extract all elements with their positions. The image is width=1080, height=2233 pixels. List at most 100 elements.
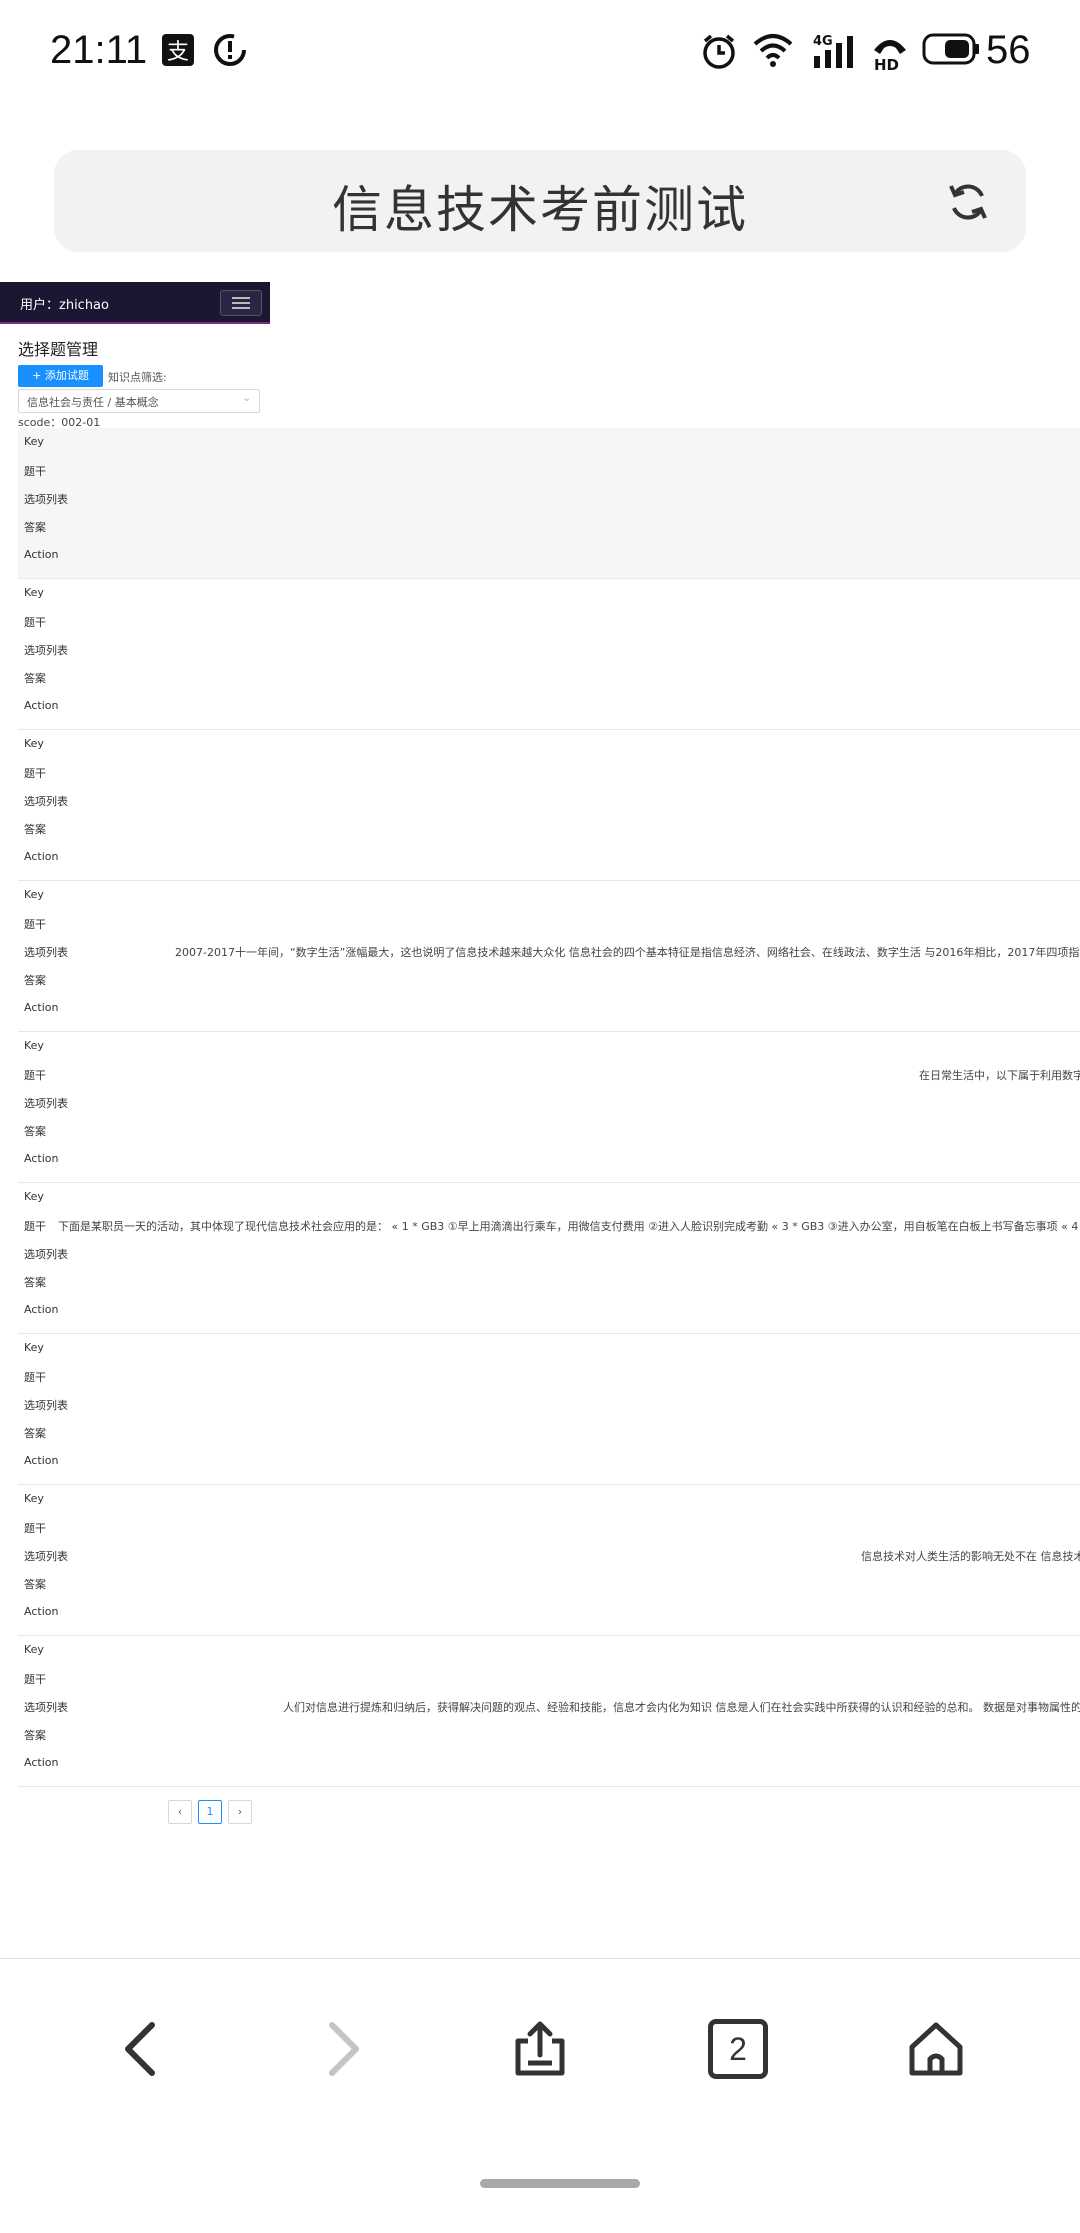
knowledge-filter-select[interactable]: 信息社会与责任 / 基本概念 ⌄ <box>18 389 260 413</box>
row-label-answer: 答案 <box>24 1276 46 1289</box>
record-row-stem: 题干 <box>18 765 1080 781</box>
row-label-key: Key <box>24 1190 44 1203</box>
chevron-down-icon: ⌄ <box>242 393 251 404</box>
record-row-options: 选项列表 <box>18 793 1080 809</box>
option-list-text: 人们对信息进行提炼和归纳后，获得解决问题的观点、经验和技能，信息才会内化为知识 … <box>283 1701 1080 1714</box>
record-row-action: Action <box>18 1454 1080 1470</box>
row-label-action: Action <box>24 1756 59 1769</box>
row-label-options: 选项列表 <box>24 1701 68 1714</box>
record-row-key: Key <box>18 888 1080 904</box>
wifi-icon <box>753 34 793 67</box>
share-icon[interactable] <box>510 2019 570 2079</box>
row-label-stem: 题干 <box>24 767 46 780</box>
record-row-options: 选项列表 <box>18 1246 1080 1262</box>
question-record: Key 题干 选项列表 2007-2017十一年间，“数字生活”涨幅最大，这也说明了信… <box>18 881 1080 1032</box>
record-row-answer: 答案 <box>18 670 1080 686</box>
question-record: Key 题干选项列表答案 Action <box>18 730 1080 881</box>
record-row-action: Action <box>18 1152 1080 1168</box>
row-label-options: 选项列表 <box>24 493 68 506</box>
record-row-options: 选项列表 信息技术对人类生活的影响无处不在 信息技术与 <box>18 1548 1080 1564</box>
row-label-answer: 答案 <box>24 1578 46 1591</box>
record-row-answer: 答案 <box>18 821 1080 837</box>
record-row-options: 选项列表 <box>18 1397 1080 1413</box>
row-label-action: Action <box>24 1303 59 1316</box>
forward-icon[interactable] <box>312 2019 372 2079</box>
row-label-key: Key <box>24 1341 44 1354</box>
row-label-options: 选项列表 <box>24 1399 68 1412</box>
back-icon[interactable] <box>112 2019 172 2079</box>
row-label-action: Action <box>24 1605 59 1618</box>
row-label-answer: 答案 <box>24 1729 46 1742</box>
record-row-key: Key <box>18 1341 1080 1357</box>
row-label-key: Key <box>24 737 44 750</box>
battery-icon <box>922 33 979 65</box>
record-row-stem: 题干 <box>18 463 1080 479</box>
question-stem-text: 在日常生活中，以下属于利用数字化 <box>919 1069 1080 1082</box>
app-header: 用户：zhichao <box>0 282 270 324</box>
question-record: Key 题干 选项列表 答案 Action <box>18 1334 1080 1485</box>
record-row-answer: 答案 <box>18 1727 1080 1743</box>
row-label-action: Action <box>24 699 59 712</box>
row-label-stem: 题干 <box>24 1673 46 1686</box>
page-title: 选择题管理 <box>18 340 99 359</box>
tabs-button[interactable]: 2 <box>708 2019 768 2079</box>
page-1-button[interactable]: 1 <box>198 1800 222 1824</box>
row-label-answer: 答案 <box>24 1125 46 1138</box>
row-label-key: Key <box>24 435 44 448</box>
row-label-action: Action <box>24 1454 59 1467</box>
row-label-key: Key <box>24 888 44 901</box>
record-row-options: 选项列表 <box>18 491 1080 507</box>
record-row-options: 选项列表 人们对信息进行提炼和归纳后，获得解决问题的观点、经验和技能，信息才会内化… <box>18 1699 1080 1715</box>
record-row-answer: 答案 <box>18 972 1080 988</box>
row-label-stem: 题干 <box>24 465 46 478</box>
row-label-stem: 题干 <box>24 1069 46 1082</box>
home-icon[interactable] <box>906 2019 966 2079</box>
record-row-stem: 题干 下面是某职员一天的活动，其中体现了现代信息技术社会应用的是： « 1 * G… <box>18 1218 1080 1234</box>
question-record: Key 题干 选项列表 答案 Action <box>18 579 1080 730</box>
hd-call-icon: HD <box>874 40 906 72</box>
page-title-text: 信息技术考前测试 <box>332 181 748 239</box>
filter-value: 信息社会与责任 / 基本概念 <box>27 396 159 409</box>
question-record: Key 题干 在日常生活中，以下属于利用数字化 选项列表 答案 Action <box>18 1032 1080 1183</box>
add-question-button[interactable]: + 添加试题 <box>18 365 103 387</box>
question-list: Key 题干 选项列表 答案 Action Key 题干 选项列表 答案 Action Key 题干选… <box>18 428 1080 1787</box>
row-label-answer: 答案 <box>24 521 46 534</box>
row-label-stem: 题干 <box>24 1522 46 1535</box>
question-record: Key 题干 选项列表 人们对信息进行提炼和归纳后，获得解决问题的观点、经验和技能，信… <box>18 1636 1080 1787</box>
browser-toolbar: 2 <box>0 1958 1080 2233</box>
row-label-action: Action <box>24 850 59 863</box>
prev-page-button[interactable]: ‹ <box>168 1800 192 1824</box>
record-row-key: Key <box>18 586 1080 602</box>
row-label-answer: 答案 <box>24 823 46 836</box>
row-label-stem: 题干 <box>24 1371 46 1384</box>
row-label-key: Key <box>24 1039 44 1052</box>
row-label-action: Action <box>24 1001 59 1014</box>
reload-icon[interactable] <box>946 180 990 224</box>
home-indicator[interactable] <box>480 2179 640 2188</box>
browser-title-bar[interactable]: 信息技术考前测试 <box>54 150 1026 252</box>
record-row-action: Action <box>18 1605 1080 1621</box>
record-row-stem: 题干 在日常生活中，以下属于利用数字化 <box>18 1067 1080 1083</box>
row-label-answer: 答案 <box>24 974 46 987</box>
record-row-key: Key <box>18 1190 1080 1206</box>
record-row-stem: 题干 <box>18 614 1080 630</box>
status-time: 21:11 <box>50 28 148 72</box>
row-label-options: 选项列表 <box>24 1248 68 1261</box>
record-row-action: Action <box>18 850 1080 866</box>
row-label-stem: 题干 <box>24 616 46 629</box>
record-row-stem: 题干 <box>18 1520 1080 1536</box>
question-record: Key 题干 下面是某职员一天的活动，其中体现了现代信息技术社会应用的是： « 1 … <box>18 1183 1080 1334</box>
record-row-action: Action <box>18 699 1080 715</box>
user-label: 用户：zhichao <box>20 298 109 313</box>
option-list-text: 信息技术对人类生活的影响无处不在 信息技术与 <box>861 1550 1080 1563</box>
next-page-button[interactable]: › <box>228 1800 252 1824</box>
row-label-options: 选项列表 <box>24 946 68 959</box>
svg-text:HD: HD <box>874 56 899 72</box>
menu-toggle-button[interactable] <box>220 290 262 316</box>
record-row-action: Action <box>18 1756 1080 1772</box>
record-row-stem: 题干 <box>18 916 1080 932</box>
record-row-key: Key <box>18 1039 1080 1055</box>
record-row-key: Key <box>18 435 1080 451</box>
record-row-key: Key <box>18 1492 1080 1508</box>
record-row-stem: 题干 <box>18 1671 1080 1687</box>
